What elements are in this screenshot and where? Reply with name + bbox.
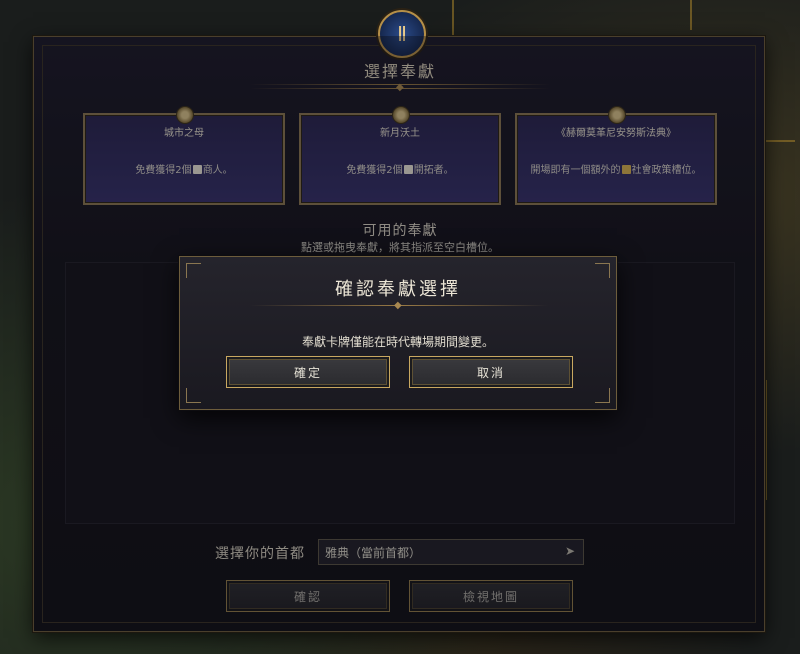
map-road <box>690 0 692 30</box>
map-road <box>452 0 454 36</box>
dialog-message: 奉獻卡牌僅能在時代轉場期間變更。 <box>301 335 494 349</box>
dialog-ornament-center: ◆ <box>394 300 402 311</box>
map-road <box>765 140 795 142</box>
cancel-button[interactable]: 取消 <box>409 356 573 388</box>
map-road <box>765 380 767 500</box>
dialog-title: 確認奉獻選擇 <box>335 279 461 300</box>
ok-button[interactable]: 確定 <box>226 356 390 388</box>
